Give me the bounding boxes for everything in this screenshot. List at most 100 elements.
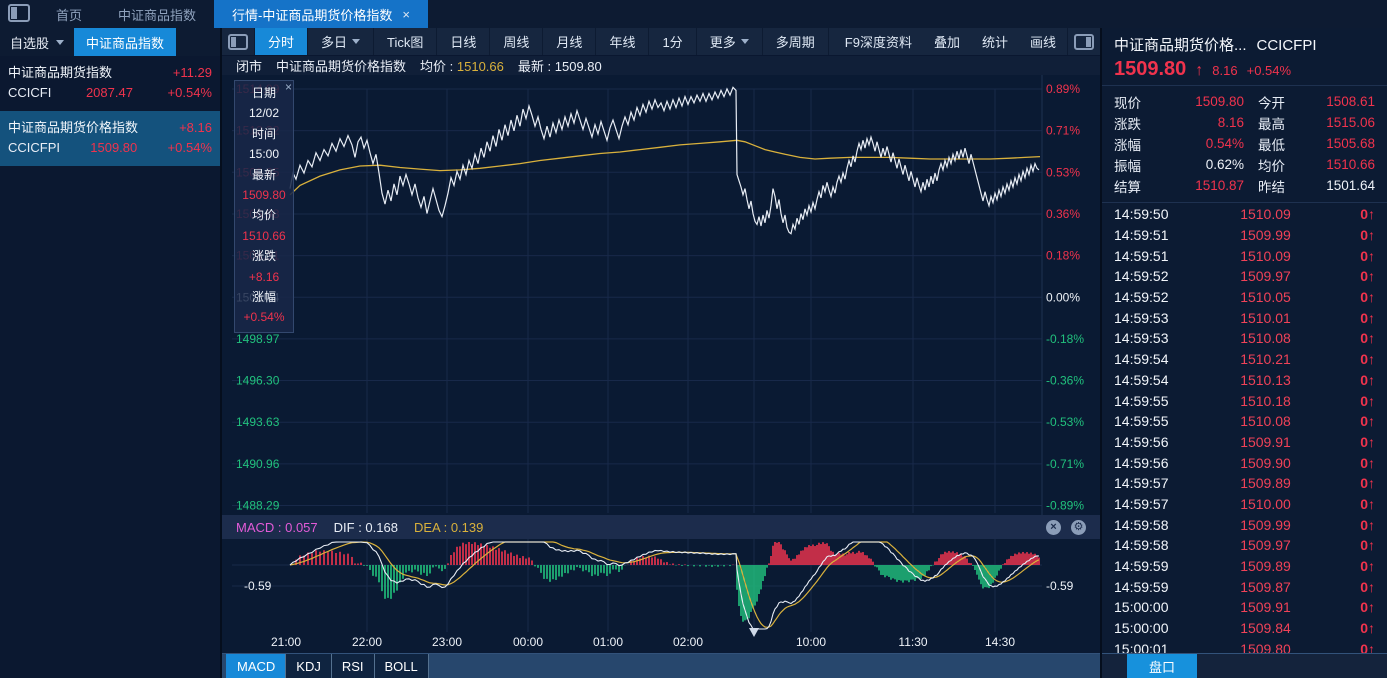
time-axis-label: 01:00 — [592, 635, 624, 649]
tooltip-label: 涨跌 — [251, 249, 276, 264]
period-label: 分时 — [268, 35, 295, 50]
tick-time: 14:59:59 — [1114, 558, 1169, 575]
price-axis-label: 1493.63 — [236, 415, 280, 429]
tool-button-叠加[interactable]: 叠加 — [923, 28, 971, 55]
pct-axis-label: -0.71% — [1046, 457, 1084, 471]
indicator-tab-BOLL[interactable]: BOLL — [373, 654, 429, 678]
watchlist-tab-csi[interactable]: 中证商品指数 — [74, 28, 177, 56]
period-button-年线[interactable]: 年线 — [596, 28, 650, 55]
price-axis-label: 1488.29 — [236, 499, 280, 513]
period-button-Tick图[interactable]: Tick图 — [374, 28, 438, 55]
chart-toolbar: 分时 多日 Tick图 日线 周线 月线 年线 1分 更多 多周期 F9深度资料 叠加 统计 画线 — [222, 28, 1100, 56]
tooltip-value: +0.54% — [243, 310, 285, 325]
tick-list[interactable]: 14:59:50 1510.09 0↑ 14:59:51 1509.99 0↑ 14:59:… — [1102, 202, 1387, 658]
tooltip-label: 涨幅 — [251, 289, 276, 304]
tick-volume: 0↑ — [1360, 495, 1375, 512]
tick-volume: 0↑ — [1360, 351, 1375, 368]
tick-time: 14:59:57 — [1114, 495, 1169, 512]
tab-close-icon[interactable]: × — [402, 7, 410, 22]
tick-time: 14:59:56 — [1114, 433, 1169, 450]
tick-price: 1510.09 — [1240, 206, 1291, 223]
up-arrow-icon: ↑ — [1195, 62, 1204, 79]
period-button-月线[interactable]: 月线 — [543, 28, 597, 55]
symbol-price: 2087.47 — [85, 85, 133, 100]
time-axis-label: 10:00 — [795, 635, 827, 649]
pct-axis-label: 0.71% — [1046, 124, 1080, 138]
panel-last-price: 1509.80 — [1114, 58, 1187, 80]
symbol-pct: +0.54% — [167, 85, 212, 100]
tool-button-画线[interactable]: 画线 — [1019, 28, 1067, 55]
tool-button-F9深度资料[interactable]: F9深度资料 — [834, 28, 923, 55]
tick-time: 14:59:57 — [1114, 475, 1169, 492]
tick-row: 15:00:00 1509.84 0↑ — [1114, 618, 1375, 639]
period-button-分时[interactable]: 分时 — [255, 28, 309, 55]
tick-time: 14:59:50 — [1114, 206, 1169, 223]
chart-collapse-left[interactable] — [222, 28, 255, 55]
intraday-chart[interactable]: 1514.991512.321509.651506.981504.311501.… — [222, 75, 1100, 515]
indicator-tab-MACD[interactable]: MACD — [226, 654, 287, 678]
quote-value: 1505.68 — [1326, 136, 1375, 151]
quote-value: 1501.64 — [1326, 178, 1375, 193]
sidebar-toggle-icon[interactable] — [8, 4, 30, 22]
tool-button-统计[interactable]: 统计 — [971, 28, 1019, 55]
tick-volume: 0↑ — [1360, 227, 1375, 244]
chart-collapse-right[interactable] — [1067, 28, 1100, 55]
tick-price: 1509.99 — [1240, 516, 1291, 533]
period-label: 日线 — [450, 35, 477, 50]
macd-axis-label-left: -0.59 — [244, 579, 272, 593]
tick-volume: 0↑ — [1360, 578, 1375, 595]
period-button-日线[interactable]: 日线 — [437, 28, 491, 55]
tick-row: 14:59:54 1510.13 0↑ — [1114, 370, 1375, 391]
tick-price: 1509.84 — [1240, 620, 1291, 637]
period-label: 更多 — [709, 35, 736, 50]
pankou-tab[interactable]: 盘口 — [1127, 654, 1198, 678]
watchlist-items: 中证商品期货指数 +11.29 CCICFI 2087.47 +0.54% 中证商品期货价… — [0, 56, 220, 166]
tick-price: 1509.97 — [1240, 268, 1291, 285]
macd-chart[interactable] — [222, 539, 1100, 632]
tooltip-value: 12/02 — [248, 106, 280, 121]
macd-settings-icon[interactable]: ⚙ — [1071, 519, 1086, 535]
period-button-1分[interactable]: 1分 — [649, 28, 697, 55]
tab-csi-commodity-index[interactable]: 中证商品指数 — [100, 0, 214, 28]
tick-price: 1510.05 — [1240, 289, 1291, 306]
period-button-更多[interactable]: 更多 — [697, 28, 763, 55]
period-button-周线[interactable]: 周线 — [490, 28, 544, 55]
quote-label: 最低 — [1258, 137, 1285, 153]
tab-home[interactable]: 首页 — [38, 0, 100, 28]
watchlist-item[interactable]: 中证商品期货价格指数 +8.16 CCICFPI 1509.80 +0.54% — [0, 111, 220, 166]
tick-volume: 0↑ — [1360, 392, 1375, 409]
watchlist-item[interactable]: 中证商品期货指数 +11.29 CCICFI 2087.47 +0.54% — [0, 56, 220, 111]
tooltip-close-icon[interactable]: × — [285, 81, 292, 93]
tick-volume: 0↑ — [1360, 268, 1375, 285]
indicator-tab-RSI[interactable]: RSI — [330, 654, 375, 678]
dea-value: DEA : 0.139 — [413, 519, 484, 535]
indicator-tab-KDJ[interactable]: KDJ — [285, 654, 332, 678]
period-label: 多日 — [321, 35, 348, 50]
watchlist-group-dropdown[interactable]: 自选股 — [0, 33, 74, 52]
tick-time: 14:59:53 — [1114, 330, 1169, 347]
pct-axis-label: 0.36% — [1046, 207, 1080, 221]
quote-label: 最高 — [1258, 116, 1285, 132]
quote-panel: 中证商品期货价格... CCICFPI 1509.80 ↑ 8.16 +0.54… — [1100, 28, 1387, 678]
tick-volume: 0↑ — [1360, 206, 1375, 223]
time-axis-label: 23:00 — [431, 635, 463, 649]
period-label: 周线 — [503, 35, 530, 50]
tick-row: 14:59:58 1509.99 0↑ — [1114, 514, 1375, 535]
quote-grid: 现价 1509.80 今开 1508.61 涨跌 8.16 最高 1515.06 涨幅 0.54%… — [1102, 85, 1387, 202]
quote-row: 结算 1510.87 昨结 1501.64 — [1114, 175, 1375, 196]
pct-axis-label: 0.53% — [1046, 165, 1080, 179]
tick-row: 15:00:00 1509.91 0↑ — [1114, 597, 1375, 618]
quote-label: 昨结 — [1258, 179, 1285, 195]
tick-row: 14:59:59 1509.87 0↑ — [1114, 576, 1375, 597]
tooltip-value: 15:00 — [248, 147, 280, 162]
period-button-多周期[interactable]: 多周期 — [763, 28, 829, 55]
market-status: 闭市 — [236, 59, 263, 74]
period-button-多日[interactable]: 多日 — [308, 28, 375, 55]
quote-label: 振幅 — [1114, 158, 1141, 174]
price-axis-label: 1496.30 — [236, 374, 280, 388]
tick-price: 1510.09 — [1240, 247, 1291, 264]
tick-time: 14:59:51 — [1114, 227, 1169, 244]
pct-axis-label: -0.89% — [1046, 499, 1084, 513]
tab-quote-active[interactable]: 行情-中证商品期货价格指数 × — [214, 0, 428, 28]
macd-close-icon[interactable]: × — [1046, 519, 1061, 535]
